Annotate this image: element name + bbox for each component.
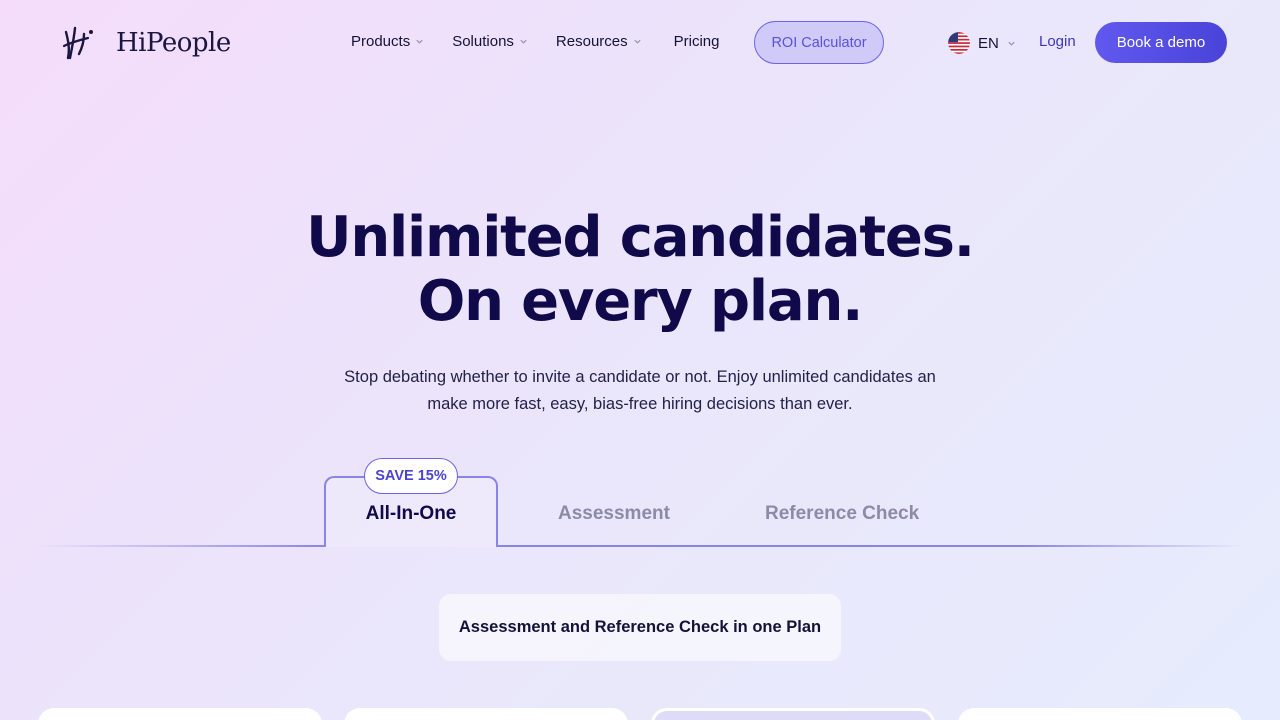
- nav-item-label: Solutions: [452, 33, 514, 50]
- brand-name: HiPeople: [116, 28, 231, 58]
- pricing-card: [344, 708, 628, 720]
- nav-item-label: Resources: [555, 33, 628, 50]
- tab-reference-check[interactable]: Reference Check: [765, 503, 919, 525]
- pricing-card: [958, 708, 1242, 720]
- brand-logo[interactable]: HiPeople: [62, 24, 231, 62]
- login-link[interactable]: Login: [1039, 33, 1076, 50]
- tab-divider: [497, 545, 1245, 547]
- tab-all-in-one[interactable]: All-In-One: [324, 503, 498, 525]
- pricing-card-highlighted: [651, 708, 935, 720]
- pricing-card: [38, 708, 322, 720]
- hipeople-logo-icon: [62, 26, 93, 60]
- roi-calculator-button[interactable]: ROI Calculator: [754, 21, 884, 64]
- hero-subtitle-line-1: Stop debating whether to invite a candid…: [344, 368, 936, 386]
- nav-item-products[interactable]: Products: [351, 33, 424, 50]
- hero-title-line-2: On every plan.: [417, 269, 864, 334]
- hero-subtitle: Stop debating whether to invite a candid…: [320, 364, 960, 418]
- chevron-down-icon: [520, 39, 527, 44]
- chevron-down-icon: [633, 39, 641, 44]
- book-demo-button[interactable]: Book a demo: [1095, 22, 1227, 63]
- nav-item-solutions[interactable]: Solutions: [452, 33, 528, 50]
- save-badge: SAVE 15%: [364, 458, 458, 494]
- hero-subtitle-line-2: make more fast, easy, bias-free hiring d…: [427, 395, 853, 413]
- nav-item-pricing[interactable]: Pricing: [674, 33, 720, 50]
- us-flag-icon: [948, 32, 970, 54]
- tab-divider: [36, 545, 326, 547]
- language-selector[interactable]: EN: [948, 32, 1016, 54]
- top-navigation: HiPeople Products Solutions Resources Pr…: [0, 0, 1280, 86]
- tab-assessment[interactable]: Assessment: [558, 503, 670, 525]
- nav-item-label: Pricing: [673, 33, 720, 50]
- chevron-down-icon: [416, 39, 423, 44]
- hero-title-line-1: Unlimited candidates.: [306, 205, 975, 270]
- plan-description: Assessment and Reference Check in one Pl…: [439, 594, 841, 661]
- nav-item-resources[interactable]: Resources: [556, 33, 642, 50]
- main-menu: Products Solutions Resources Pricing: [351, 33, 719, 50]
- chevron-down-icon: [1008, 41, 1015, 46]
- nav-item-label: Products: [351, 33, 411, 50]
- hero-title: Unlimited candidates. On every plan.: [0, 206, 1280, 334]
- language-code: EN: [978, 34, 999, 52]
